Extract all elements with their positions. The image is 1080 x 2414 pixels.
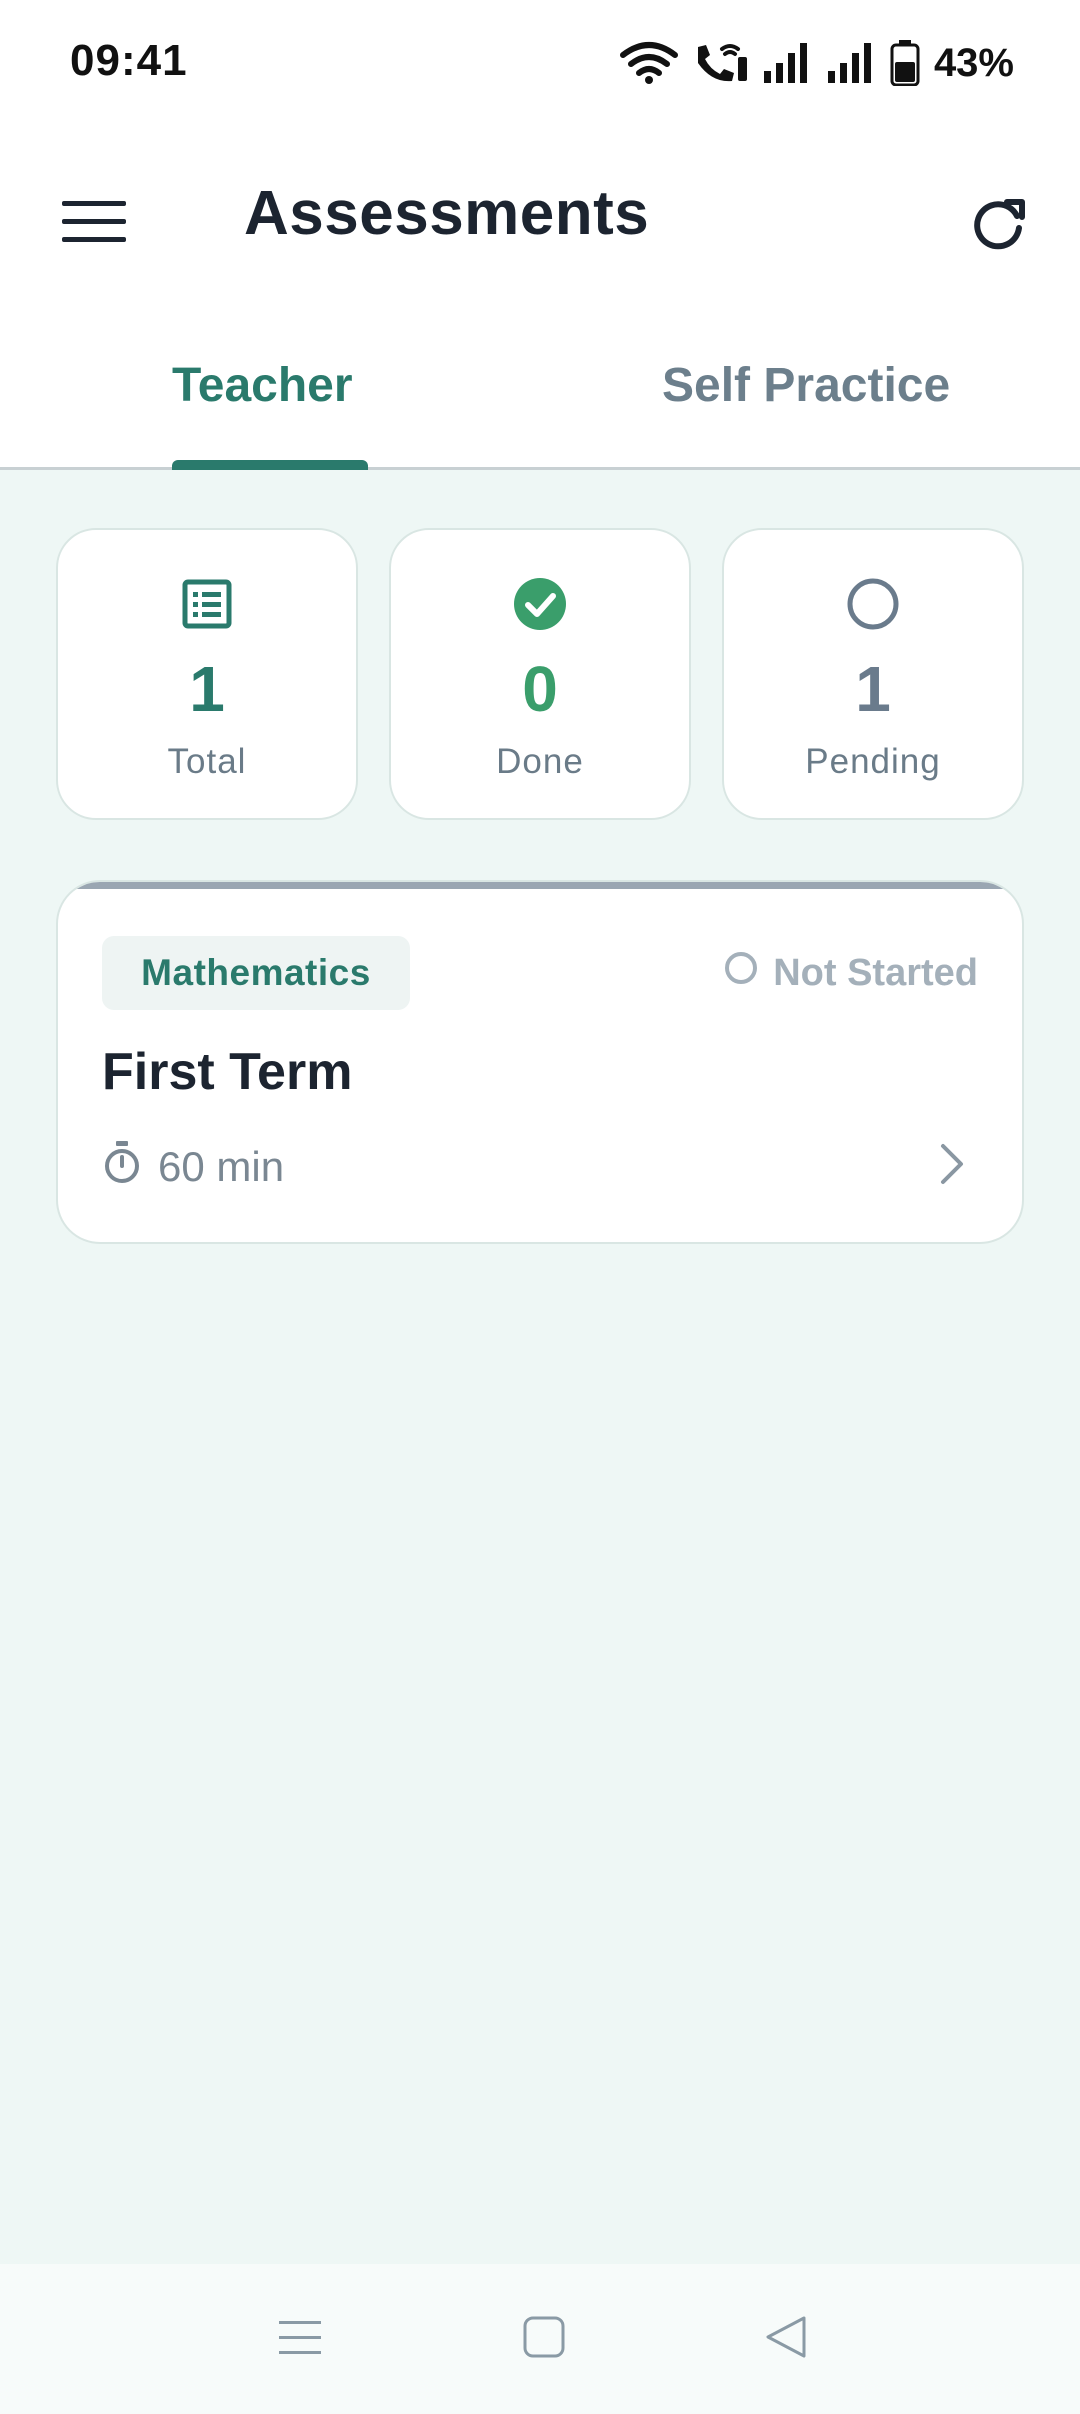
refresh-icon [968,194,1028,259]
menu-button[interactable] [48,178,140,270]
open-assessment-button[interactable] [922,1136,982,1196]
stat-total-label: Total [167,742,247,781]
refresh-button[interactable] [952,180,1044,272]
page-title: Assessments [244,179,650,248]
assessment-status-bar [58,882,1022,889]
app-bar: Assessments [0,128,1080,304]
assessment-duration-label: 60 min [158,1143,285,1190]
timer-icon [102,1140,142,1194]
wifi-icon [619,41,678,85]
tab-teacher[interactable]: Teacher [172,358,353,413]
status-icons: 43% [619,34,1014,92]
home-icon [522,2315,566,2364]
back-button[interactable] [746,2304,826,2374]
list-icon [179,576,235,632]
stat-pending-value: 1 [855,653,891,725]
wifi-calling-icon [692,41,748,85]
battery-icon [890,40,920,86]
stat-done-label: Done [496,742,584,781]
assessment-status-label: Not Started [773,951,978,994]
stat-card-done: 0 Done [389,528,691,820]
assessment-title: First Term [102,1043,353,1101]
assessment-card[interactable]: Mathematics Not Started First Term 60 mi… [56,880,1024,1244]
recents-button[interactable] [260,2304,340,2374]
tab-self-practice[interactable]: Self Practice [662,358,950,413]
recents-icon [277,2317,323,2362]
chevron-right-icon [937,1142,967,1191]
signal-icon [826,41,876,85]
stat-card-total: 1 Total [56,528,358,820]
active-tab-indicator [172,460,368,470]
tab-bar: Teacher Self Practice [0,304,1080,470]
stat-pending-label: Pending [805,742,941,781]
check-circle-icon [512,576,568,632]
hamburger-menu-icon [62,199,126,250]
stat-card-pending: 1 Pending [722,528,1024,820]
stat-total-value: 1 [189,653,225,725]
system-nav-bar [0,2264,1080,2414]
status-time: 09:41 [70,36,188,85]
subject-chip: Mathematics [102,936,410,1010]
status-bar: 09:41 43% [0,0,1080,128]
circle-outline-icon [845,576,901,632]
assessment-duration: 60 min [102,1140,284,1194]
back-icon [764,2314,808,2365]
signal-icon [762,41,812,85]
circle-outline-icon [723,950,759,996]
stat-done-value: 0 [522,653,558,725]
home-button[interactable] [504,2304,584,2374]
assessment-status: Not Started [723,950,978,996]
battery-percentage: 43% [933,40,1014,85]
